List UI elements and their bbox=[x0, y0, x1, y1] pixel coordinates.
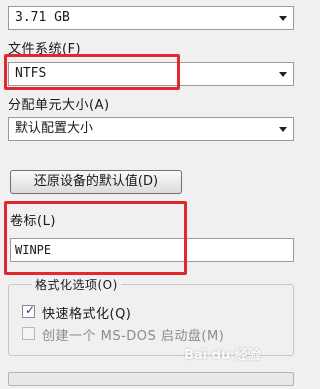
quick-format-checkbox[interactable]: ✓ bbox=[22, 303, 36, 318]
msdos-disk-checkbox bbox=[22, 327, 35, 340]
msdos-disk-row: 创建一个 MS-DOS 启动盘(M) bbox=[22, 325, 262, 344]
quick-format-row[interactable]: ✓ 快速格式化(Q) bbox=[22, 303, 222, 322]
dropdown-arrow-icon bbox=[279, 127, 287, 132]
quick-format-label: 快速格式化(Q) bbox=[42, 307, 132, 322]
volume-label-highlight bbox=[4, 201, 187, 275]
dropdown-arrow-icon bbox=[279, 16, 287, 21]
dropdown-arrow-icon bbox=[279, 72, 287, 77]
checkmark-icon: ✓ bbox=[25, 303, 36, 317]
allocation-unit-dropdown[interactable]: 默认配置大小 bbox=[8, 117, 294, 141]
restore-defaults-button[interactable]: 还原设备的默认值(D) bbox=[10, 170, 182, 194]
format-options-legend: 格式化选项(O) bbox=[32, 276, 121, 293]
allocation-unit-label: 分配单元大小(A) bbox=[8, 98, 110, 113]
capacity-dropdown[interactable]: 3.71 GB bbox=[8, 6, 294, 30]
allocation-unit-value: 默认配置大小 bbox=[15, 121, 94, 136]
watermark-text: Bai du 经验 bbox=[184, 348, 261, 363]
format-progress-bar bbox=[8, 372, 294, 386]
file-system-highlight bbox=[4, 54, 180, 90]
msdos-disk-label: 创建一个 MS-DOS 启动盘(M) bbox=[42, 329, 225, 344]
capacity-value: 3.71 GB bbox=[15, 10, 70, 25]
